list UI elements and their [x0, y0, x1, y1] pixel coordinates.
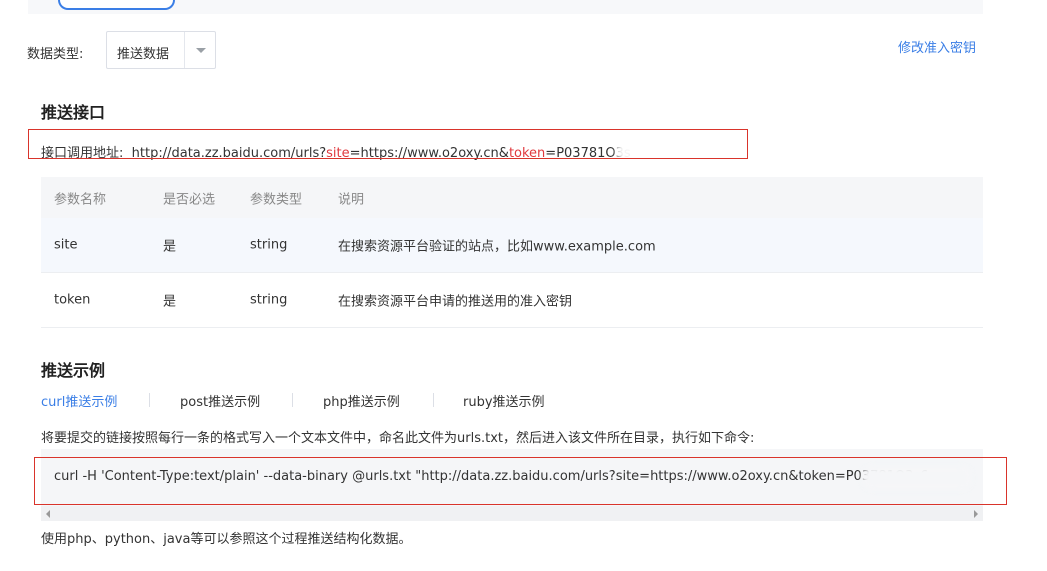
table-header-cell: 是否必选 — [163, 192, 216, 207]
top-button-edge[interactable] — [58, 0, 175, 10]
footnote: 使用php、python、java等可以参照这个过程推送结构化数据。 — [41, 532, 412, 547]
tab-php-example[interactable]: php推送示例 — [323, 391, 400, 410]
table-cell: 是 — [163, 294, 177, 310]
data-type-label: 数据类型: — [27, 47, 84, 62]
table-header-cell: 说明 — [338, 192, 365, 207]
table-cell: string — [250, 237, 288, 253]
tab-curl-example[interactable]: curl推送示例 — [41, 391, 117, 410]
table-header-cell: 参数名称 — [54, 192, 107, 207]
scroll-right-icon[interactable] — [974, 510, 978, 518]
tab-ruby-example[interactable]: ruby推送示例 — [463, 391, 545, 410]
horizontal-scrollbar[interactable] — [41, 506, 983, 521]
push-api-heading: 推送接口 — [41, 103, 106, 122]
table-cell: site — [54, 237, 78, 253]
table-cell: 在搜索资源平台验证的站点，比如www.example.com — [338, 239, 656, 255]
table-row: site 是 string 在搜索资源平台验证的站点，比如www.example… — [41, 218, 983, 273]
table-cell: string — [250, 292, 288, 308]
annotation-box-command — [34, 457, 1007, 505]
data-type-select[interactable]: 推送数据 — [106, 31, 216, 69]
table-cell: token — [54, 292, 91, 308]
tab-divider — [292, 393, 293, 407]
tab-divider — [149, 393, 150, 407]
tab-divider — [433, 393, 434, 407]
table-header-cell: 参数类型 — [250, 192, 303, 207]
scroll-left-icon[interactable] — [46, 510, 50, 518]
params-table: 参数名称 是否必选 参数类型 说明 site 是 string 在搜索资源平台验… — [41, 177, 983, 328]
example-description: 将要提交的链接按照每行一条的格式写入一个文本文件中，命名此文件为urls.txt… — [41, 431, 755, 446]
table-header: 参数名称 是否必选 参数类型 说明 — [41, 177, 983, 218]
modify-key-link[interactable]: 修改准入密钥 — [898, 37, 976, 56]
annotation-box-url — [28, 129, 748, 159]
data-type-selected-value: 推送数据 — [117, 47, 170, 62]
table-cell: 是 — [163, 239, 177, 255]
chevron-down-icon[interactable] — [196, 48, 206, 53]
table-row: token 是 string 在搜索资源平台申请的推送用的准入密钥 — [41, 273, 983, 328]
select-divider — [184, 32, 185, 68]
table-cell: 在搜索资源平台申请的推送用的准入密钥 — [338, 294, 573, 310]
tab-post-example[interactable]: post推送示例 — [180, 391, 260, 410]
push-examples-heading: 推送示例 — [41, 361, 106, 380]
